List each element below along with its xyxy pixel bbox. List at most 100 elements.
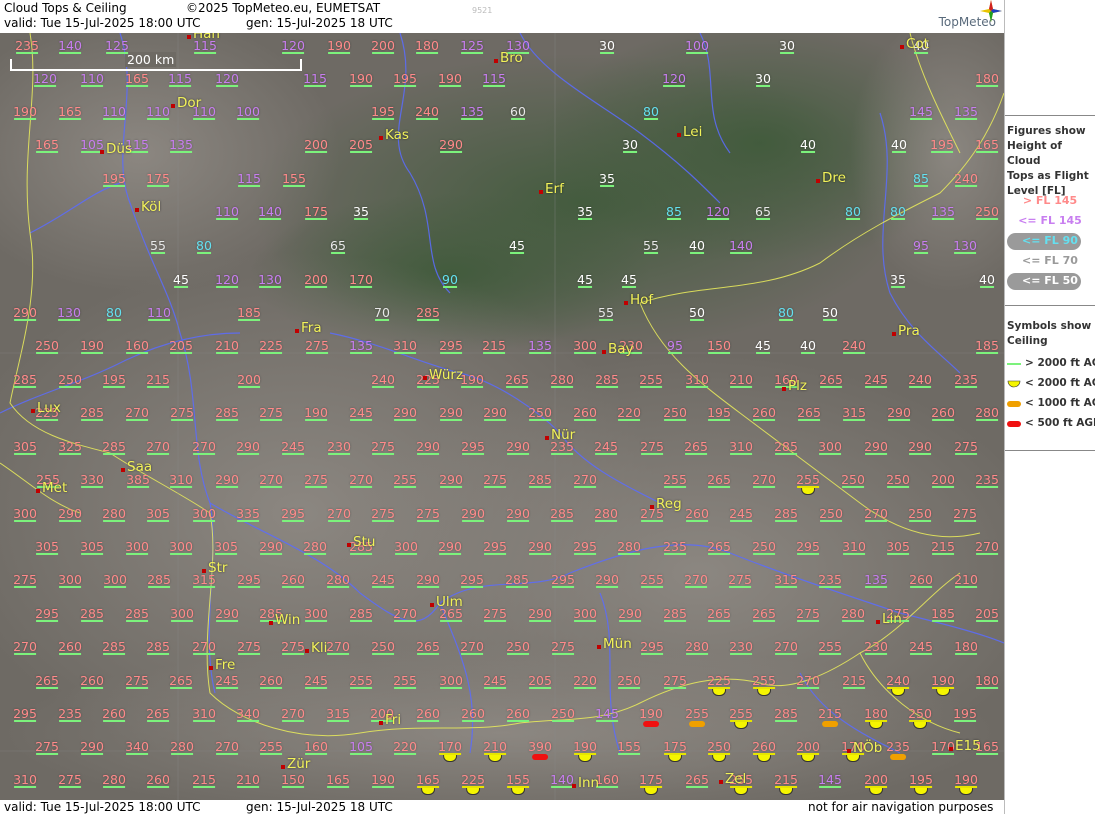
ceiling-underline	[932, 620, 954, 622]
ceiling-underline	[372, 52, 394, 54]
city-marker-icon	[423, 376, 427, 380]
ceiling-underline	[14, 319, 36, 321]
weather-map[interactable]: 200 km 235 140 125 115 120 190 200 180 125 130 30 1…	[0, 33, 1004, 800]
cloud-top-value: 40	[800, 338, 816, 354]
ceiling-underline	[170, 151, 192, 153]
cloud-top-value: 135	[349, 338, 373, 354]
ceiling-underline	[577, 286, 593, 288]
ceiling-underline	[305, 753, 327, 755]
city-label: Dre	[816, 170, 846, 186]
ceiling-underline	[282, 586, 304, 588]
cloud-top-value: 255	[685, 707, 709, 727]
city-marker-icon	[677, 133, 681, 137]
ceiling-underline	[216, 620, 238, 622]
cloud-top-value: 140	[58, 38, 82, 54]
city-name: Dre	[822, 170, 846, 186]
cloud-top-value: 255	[393, 472, 417, 488]
cloud-top-value: 130	[57, 305, 81, 321]
ceiling-underline	[979, 286, 995, 288]
ceiling-underline	[171, 753, 193, 755]
ceiling-underline	[507, 720, 529, 722]
cloud-top-value: 270	[215, 739, 239, 755]
ceiling-underline	[708, 419, 730, 421]
ceiling-underline	[819, 453, 841, 455]
ceiling-underline	[932, 553, 954, 555]
cloud-top-value: 290	[461, 506, 485, 522]
city-name: Nür	[551, 427, 576, 443]
ceiling-underline	[843, 352, 865, 354]
cloud-top-value: 290	[393, 405, 417, 421]
ceiling-underline	[483, 85, 505, 87]
ceiling-underline	[909, 386, 931, 388]
city-marker-icon	[121, 468, 125, 472]
ceiling-underline	[350, 486, 372, 488]
chart-title: Cloud Tops & Ceiling	[4, 1, 127, 15]
ceiling-underline	[686, 386, 708, 388]
ceiling-underline	[529, 486, 551, 488]
cloud-top-value: 80	[778, 305, 794, 321]
cloud-top-value: 310	[729, 439, 753, 455]
cloud-top-value: 300	[170, 606, 194, 622]
ceiling-underline	[913, 252, 929, 254]
cloud-top-value: 110	[215, 204, 239, 220]
city-marker-icon	[597, 645, 601, 649]
ceiling-underline	[350, 753, 372, 755]
cloud-top-value: 35	[577, 204, 593, 220]
cloud-top-value: 145	[595, 706, 619, 722]
ceiling-underline	[440, 687, 462, 689]
ceiling-underline	[104, 586, 126, 588]
ceiling-underline	[865, 653, 887, 655]
cloud-top-value: 180	[975, 71, 999, 87]
ceiling-underline	[955, 118, 977, 120]
cloud-top-value: 255	[639, 372, 663, 388]
cloud-top-value: 265	[146, 706, 170, 722]
cloud-top-value: 260	[909, 572, 933, 588]
cloud-top-value: 80	[845, 204, 861, 220]
cloud-top-value: 270	[460, 639, 484, 655]
ceiling-underline	[483, 352, 505, 354]
ceiling-underline	[330, 252, 346, 254]
city-label: Zür	[281, 756, 310, 772]
ceiling-underline	[484, 620, 506, 622]
disclaimer: not for air navigation purposes	[808, 800, 994, 814]
ceiling-underline	[507, 653, 529, 655]
cloud-top-value: 265	[416, 639, 440, 655]
cloud-top-value: 295	[439, 338, 463, 354]
cloud-top-value: 195	[953, 706, 977, 722]
cloud-top-value: 210	[236, 772, 260, 788]
ceiling-underline	[126, 419, 148, 421]
cloud-top-value: 290	[528, 606, 552, 622]
ceiling-underline	[372, 386, 394, 388]
ceiling-underline	[36, 419, 58, 421]
ceiling-underline	[147, 520, 169, 522]
ceiling-underline	[842, 620, 864, 622]
cloud-top-value: 270	[573, 472, 597, 488]
cloud-top-value: 270	[327, 506, 351, 522]
city-label: Str	[202, 560, 227, 576]
cloud-top-value: 390	[528, 740, 552, 760]
ceiling-underline	[909, 520, 931, 522]
cloud-top-value: 80	[890, 204, 906, 220]
cloud-top-value: 275	[371, 506, 395, 522]
cloud-top-value: 150	[707, 338, 731, 354]
ceiling-underline	[81, 620, 103, 622]
cloud-top-value: 130	[953, 238, 977, 254]
ceiling-underline	[598, 319, 614, 321]
cloud-top-value: 120	[215, 272, 239, 288]
ceiling-underline	[730, 252, 752, 254]
ceiling-underline	[596, 786, 618, 788]
ceiling-underline	[753, 553, 775, 555]
cloud-top-value: 255	[796, 473, 820, 495]
ceiling-underline	[305, 218, 327, 220]
cloud-top-value: 165	[58, 104, 82, 120]
cloud-top-value: 175	[304, 204, 328, 220]
ceiling-underline	[260, 486, 282, 488]
cloud-top-value: 300	[13, 506, 37, 522]
city-marker-icon	[494, 59, 498, 63]
cloud-top-value: 315	[326, 706, 350, 722]
ceiling-underline	[350, 286, 372, 288]
cloud-top-value: 135	[528, 338, 552, 354]
ceiling-underline	[730, 386, 752, 388]
cloud-top-value: 270	[125, 405, 149, 421]
cloud-top-value: 275	[58, 772, 82, 788]
